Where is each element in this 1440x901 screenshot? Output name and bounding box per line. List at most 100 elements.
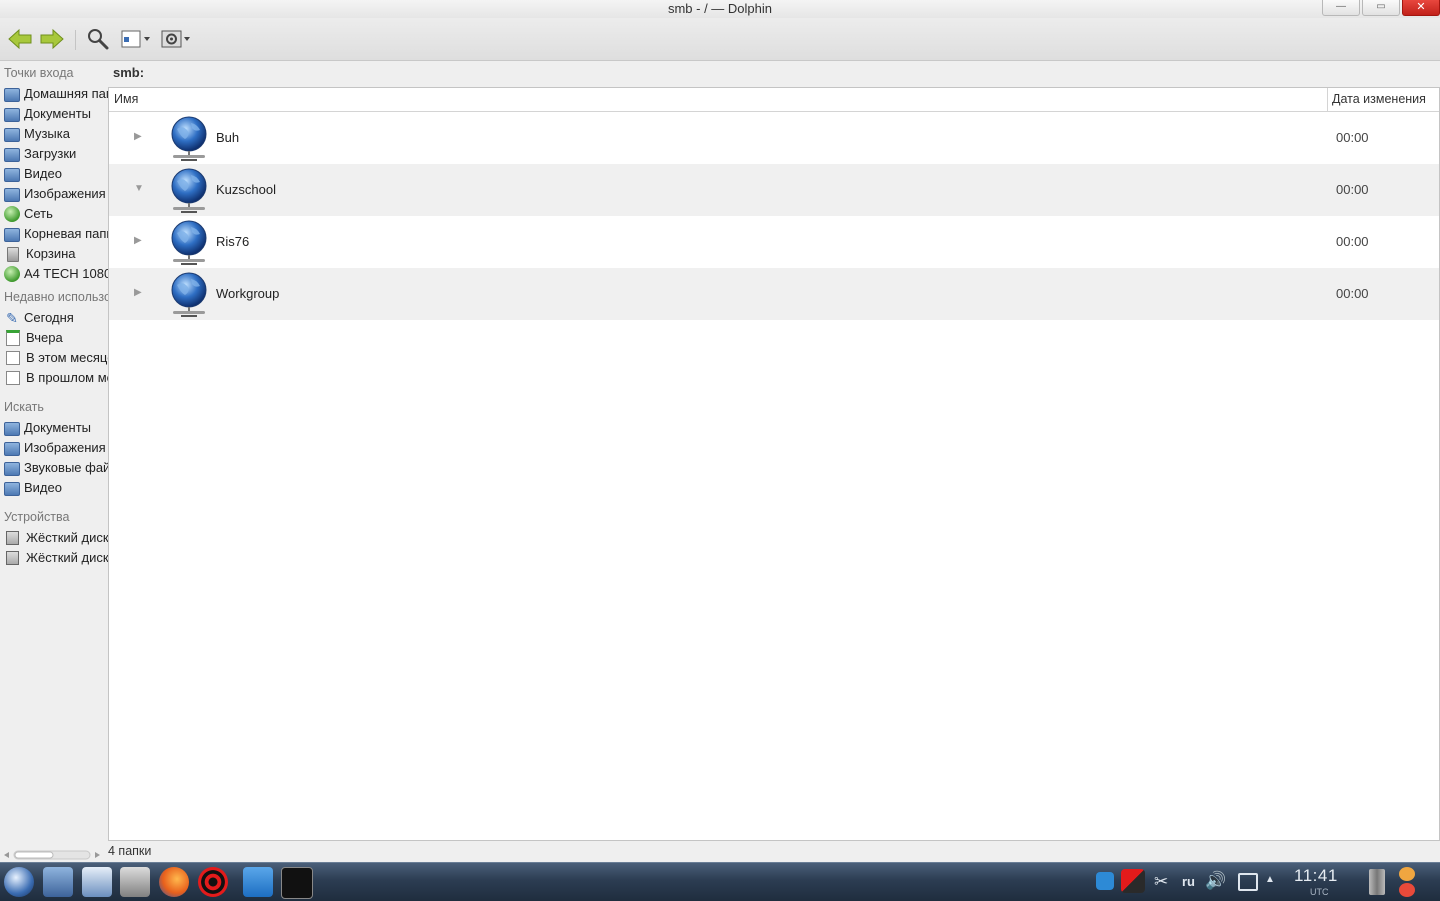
place-label: Корневая папка: [24, 226, 108, 241]
place-label: Загрузки: [24, 146, 77, 161]
tray-lock-icon[interactable]: [1399, 867, 1415, 881]
recent-this-month[interactable]: В этом месяце: [0, 348, 108, 368]
expand-arrow-icon[interactable]: ▶: [134, 235, 142, 246]
app-launcher-button[interactable]: [4, 867, 34, 897]
tray-volume-icon[interactable]: 🔊: [1205, 871, 1226, 891]
location-breadcrumb[interactable]: smb:: [113, 65, 144, 80]
place-a4tech[interactable]: A4 TECH 1080: [0, 264, 108, 284]
calendar-icon: [6, 351, 20, 365]
back-arrow-icon: [8, 28, 32, 50]
file-date: 00:00: [1336, 130, 1369, 145]
recent-label: Вчера: [26, 330, 63, 345]
window-titlebar: smb - / — Dolphin — ▭ ✕: [0, 0, 1440, 18]
place-label: Изображения: [24, 186, 106, 201]
place-root[interactable]: Корневая папка: [0, 224, 108, 244]
recent-today[interactable]: ✎ Сегодня: [0, 308, 108, 328]
place-documents[interactable]: Документы: [0, 104, 108, 124]
audio-search-icon: [4, 462, 20, 476]
back-button[interactable]: [6, 25, 34, 53]
taskbar-teamviewer-icon[interactable]: [243, 867, 273, 897]
video-search-icon: [4, 482, 20, 496]
search-video[interactable]: Видео: [0, 478, 108, 498]
file-row[interactable]: ▼ Kuzschool 00:00: [109, 164, 1439, 216]
tray-trash-icon[interactable]: [1369, 869, 1385, 895]
tray-teamviewer-icon[interactable]: [1096, 872, 1114, 890]
maximize-button[interactable]: ▭: [1362, 0, 1400, 16]
search-label: Изображения: [24, 440, 106, 455]
recent-last-month[interactable]: В прошлом месяце: [0, 368, 108, 388]
root-folder-icon: [4, 228, 20, 242]
expand-arrow-icon[interactable]: ▶: [134, 131, 142, 142]
place-label: Домашняя папка: [24, 86, 108, 101]
documents-folder-icon: [4, 108, 20, 122]
tray-power-icon[interactable]: [1399, 883, 1415, 897]
file-row[interactable]: ▶ Buh 00:00: [109, 112, 1439, 164]
calendar-icon: [6, 330, 20, 346]
recent-label: В прошлом месяце: [26, 370, 108, 385]
downloads-folder-icon: [4, 148, 20, 162]
section-title-search: Искать: [4, 400, 44, 414]
file-row[interactable]: ▶ Workgroup 00:00: [109, 268, 1439, 320]
images-search-icon: [4, 442, 20, 456]
device-hdd-2[interactable]: Жёсткий диск: [0, 548, 108, 568]
taskbar-terminal-icon[interactable]: [281, 867, 313, 899]
file-name: Kuzschool: [216, 182, 276, 197]
place-label: Видео: [24, 166, 62, 181]
images-folder-icon: [4, 188, 20, 202]
search-audio[interactable]: Звуковые файлы: [0, 458, 108, 478]
tray-network-icon[interactable]: [1238, 873, 1258, 891]
video-folder-icon: [4, 168, 20, 182]
hard-drive-icon: [6, 551, 19, 565]
settings-menu-button[interactable]: [159, 25, 193, 53]
today-icon: ✎: [6, 310, 18, 326]
place-video[interactable]: Видео: [0, 164, 108, 184]
search-images[interactable]: Изображения: [0, 438, 108, 458]
keyboard-layout-indicator[interactable]: ru: [1182, 874, 1195, 889]
network-share-globe-icon: [171, 116, 207, 161]
place-music[interactable]: Музыка: [0, 124, 108, 144]
expand-arrow-icon[interactable]: ▶: [134, 287, 142, 298]
device-label: Жёсткий диск: [26, 550, 108, 565]
view-mode-button[interactable]: [119, 25, 153, 53]
place-label: Документы: [24, 106, 92, 121]
close-button[interactable]: ✕: [1402, 0, 1440, 16]
taskbar-clock[interactable]: 11:41: [1294, 866, 1338, 886]
forward-button[interactable]: [38, 25, 66, 53]
tray-expand-icon[interactable]: ▲: [1265, 874, 1275, 885]
home-folder-icon: [4, 88, 20, 102]
device-label: Жёсткий диск: [26, 530, 108, 545]
file-view[interactable]: Имя Дата изменения ▶ Buh 00:00 ▼ Kuzscho…: [108, 87, 1440, 841]
place-label: Корзина: [26, 246, 76, 261]
search-label: Звуковые файлы: [24, 460, 108, 475]
search-icon: [88, 29, 109, 50]
place-trash[interactable]: Корзина: [0, 244, 108, 264]
documents-search-icon: [4, 422, 20, 436]
search-button[interactable]: [85, 25, 111, 53]
trash-icon: [7, 246, 19, 262]
place-home[interactable]: Домашняя папка: [0, 84, 108, 104]
tray-kaspersky-icon[interactable]: [1121, 869, 1145, 893]
network-share-globe-icon: [171, 220, 207, 265]
taskbar-settings-icon[interactable]: [120, 867, 150, 897]
main-toolbar: [0, 18, 1440, 61]
taskbar-editor-icon[interactable]: [82, 867, 112, 897]
taskbar-target-app-icon[interactable]: [198, 867, 228, 897]
settings-gear-icon: [161, 30, 190, 48]
file-row[interactable]: ▶ Ris76 00:00: [109, 216, 1439, 268]
minimize-button[interactable]: —: [1322, 0, 1360, 16]
search-label: Документы: [24, 420, 92, 435]
recent-yesterday[interactable]: Вчера: [0, 328, 108, 348]
device-hdd-1[interactable]: Жёсткий диск: [0, 528, 108, 548]
place-network[interactable]: Сеть: [0, 204, 108, 224]
tray-scissors-icon[interactable]: ✂: [1154, 872, 1168, 892]
column-name-header[interactable]: Имя: [114, 88, 138, 111]
column-date-header[interactable]: Дата изменения: [1327, 88, 1440, 111]
section-title-places: Точки входа: [4, 66, 74, 80]
search-documents[interactable]: Документы: [0, 418, 108, 438]
taskbar-dolphin-icon[interactable]: [43, 867, 73, 897]
sidebar-horizontal-scrollbar[interactable]: [2, 849, 102, 861]
place-downloads[interactable]: Загрузки: [0, 144, 108, 164]
collapse-arrow-icon[interactable]: ▼: [134, 183, 144, 194]
taskbar-firefox-icon[interactable]: [159, 867, 189, 897]
place-images[interactable]: Изображения: [0, 184, 108, 204]
